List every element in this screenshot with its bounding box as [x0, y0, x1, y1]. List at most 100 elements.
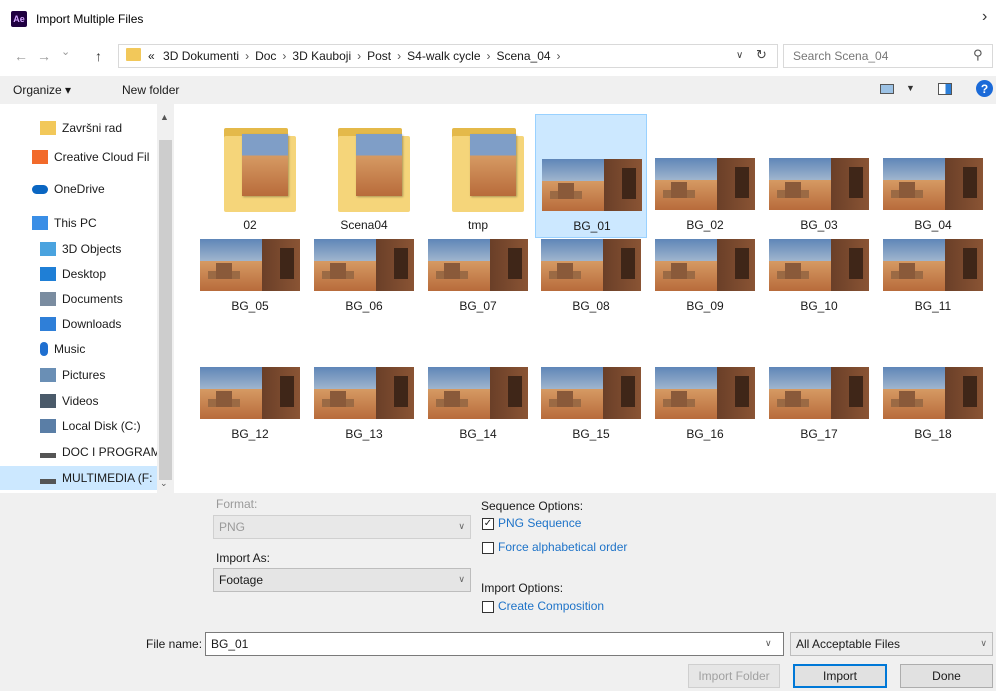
file-item[interactable]: BG_13	[308, 363, 420, 447]
breadcrumb-separator[interactable]: ›	[487, 49, 491, 63]
file-item[interactable]: BG_16	[649, 363, 761, 447]
image-thumbnail	[314, 239, 414, 291]
sidebar-item[interactable]: Local Disk (C:)	[0, 414, 157, 438]
png-sequence-checkbox[interactable]: ✓	[482, 518, 494, 530]
up-arrow-icon[interactable]: ↑	[95, 48, 102, 64]
change-view-icon[interactable]	[880, 84, 894, 94]
breadcrumb-overflow[interactable]: «	[148, 49, 155, 63]
refresh-icon[interactable]: ↻	[756, 47, 767, 63]
file-item[interactable]: BG_05	[194, 235, 306, 319]
breadcrumb-3d-kauboji[interactable]: 3D Kauboji	[292, 49, 351, 63]
sidebar-item-label: Videos	[62, 394, 99, 408]
sidebar-item[interactable]: Desktop	[0, 262, 157, 286]
done-button[interactable]: Done	[900, 664, 993, 688]
sidebar-item[interactable]: Pictures	[0, 363, 157, 387]
sidebar-item[interactable]: DOC I PROGRAM	[0, 440, 157, 464]
file-item[interactable]: BG_01	[535, 114, 647, 238]
close-window-icon[interactable]: ›	[982, 8, 987, 26]
sidebar-item[interactable]: Creative Cloud Fil	[0, 145, 157, 169]
sidebar-item[interactable]: Downloads	[0, 312, 157, 336]
force-alphabetical-checkbox[interactable]	[482, 542, 494, 554]
force-alphabetical-label[interactable]: Force alphabetical order	[498, 540, 627, 554]
file-item[interactable]: BG_07	[422, 235, 534, 319]
file-name-label: BG_12	[231, 427, 269, 441]
file-name-label: File name:	[146, 637, 203, 651]
forward-arrow-icon[interactable]: →	[37, 48, 51, 64]
file-item[interactable]: BG_18	[877, 363, 989, 447]
file-item[interactable]: BG_04	[877, 114, 989, 238]
file-name-label: BG_18	[914, 427, 952, 441]
file-item[interactable]: BG_17	[763, 363, 875, 447]
sidebar-item[interactable]: This PC	[0, 211, 157, 235]
file-item[interactable]: BG_09	[649, 235, 761, 319]
preview-pane-icon[interactable]	[938, 83, 952, 95]
music-icon	[40, 342, 48, 356]
png-sequence-label[interactable]: PNG Sequence	[498, 516, 581, 530]
file-item[interactable]: BG_15	[535, 363, 647, 447]
file-item[interactable]: BG_08	[535, 235, 647, 319]
breadcrumb-separator[interactable]: ›	[557, 49, 561, 63]
sidebar-item[interactable]: MULTIMEDIA (F:	[0, 466, 157, 490]
scroll-up-icon[interactable]: ▲	[160, 112, 169, 122]
sidebar-item[interactable]: Music	[0, 337, 157, 361]
image-thumbnail	[883, 367, 983, 419]
create-composition-checkbox[interactable]	[482, 601, 494, 613]
new-folder-button[interactable]: New folder	[122, 83, 179, 97]
sidebar-item[interactable]: OneDrive	[0, 177, 157, 201]
file-name-value: BG_01	[211, 637, 249, 651]
import-button[interactable]: Import	[793, 664, 887, 688]
image-thumbnail	[655, 367, 755, 419]
file-name-dropdown-icon[interactable]: ∨	[765, 638, 772, 649]
organize-menu-button[interactable]: Organize ▾	[13, 83, 71, 97]
checkmark-icon: ✓	[483, 518, 493, 529]
sidebar-item-label: 3D Objects	[62, 242, 122, 256]
file-name-input[interactable]: BG_01	[205, 632, 784, 656]
create-composition-label[interactable]: Create Composition	[498, 599, 604, 613]
import-as-dropdown[interactable]: Footage ∨	[213, 568, 471, 592]
breadcrumb-post[interactable]: Post	[367, 49, 391, 63]
file-item[interactable]: BG_14	[422, 363, 534, 447]
image-thumbnail	[769, 367, 869, 419]
help-icon[interactable]: ?	[976, 80, 993, 97]
folder-icon	[224, 128, 316, 214]
sidebar-item-label: Pictures	[62, 368, 106, 382]
file-type-dropdown[interactable]: All Acceptable Files ∨	[790, 632, 993, 656]
file-item[interactable]: BG_06	[308, 235, 420, 319]
breadcrumb-separator[interactable]: ›	[397, 49, 401, 63]
breadcrumb-scena-04[interactable]: Scena_04	[497, 49, 551, 63]
sidebar-item[interactable]: Završni rad	[0, 116, 157, 140]
view-options-dropdown-icon[interactable]: ▼	[906, 83, 915, 93]
search-icon[interactable]: ⚲	[973, 47, 983, 63]
file-item[interactable]: BG_03	[763, 114, 875, 238]
import-folder-button[interactable]: Import Folder	[688, 664, 780, 688]
scroll-down-icon[interactable]: ⌄	[160, 478, 168, 489]
format-value: PNG	[219, 520, 246, 534]
sidebar-item[interactable]: Videos	[0, 389, 157, 413]
back-arrow-icon[interactable]: ←	[14, 48, 28, 64]
folder-item[interactable]: Scena04	[308, 114, 420, 238]
breadcrumb-3d-dokumenti[interactable]: 3D Dokumenti	[163, 49, 239, 63]
file-item[interactable]: BG_02	[649, 114, 761, 238]
file-item[interactable]: BG_11	[877, 235, 989, 319]
sidebar-item-label: Downloads	[62, 317, 122, 331]
breadcrumb-s4-walk-cycle[interactable]: S4-walk cycle	[407, 49, 480, 63]
sidebar-item[interactable]: Documents	[0, 287, 157, 311]
folder-item[interactable]: 02	[194, 114, 306, 238]
breadcrumb-separator[interactable]: ›	[282, 49, 286, 63]
address-history-dropdown-icon[interactable]: ∨	[736, 50, 743, 61]
breadcrumb-separator[interactable]: ›	[357, 49, 361, 63]
image-thumbnail	[200, 239, 300, 291]
sidebar-item[interactable]: 3D Objects	[0, 237, 157, 261]
breadcrumb-separator[interactable]: ›	[245, 49, 249, 63]
breadcrumb-doc[interactable]: Doc	[255, 49, 276, 63]
file-type-value: All Acceptable Files	[796, 637, 901, 651]
file-name-label: BG_03	[800, 218, 838, 232]
file-name-label: BG_09	[686, 299, 724, 313]
file-item[interactable]: BG_10	[763, 235, 875, 319]
after-effects-app-icon: Ae	[11, 11, 27, 27]
file-item[interactable]: BG_12	[194, 363, 306, 447]
recent-locations-icon[interactable]: ⌄	[61, 45, 70, 58]
search-placeholder: Search Scena_04	[793, 49, 889, 63]
sidebar-scrollbar-thumb[interactable]	[159, 140, 172, 480]
folder-item[interactable]: tmp	[422, 114, 534, 238]
